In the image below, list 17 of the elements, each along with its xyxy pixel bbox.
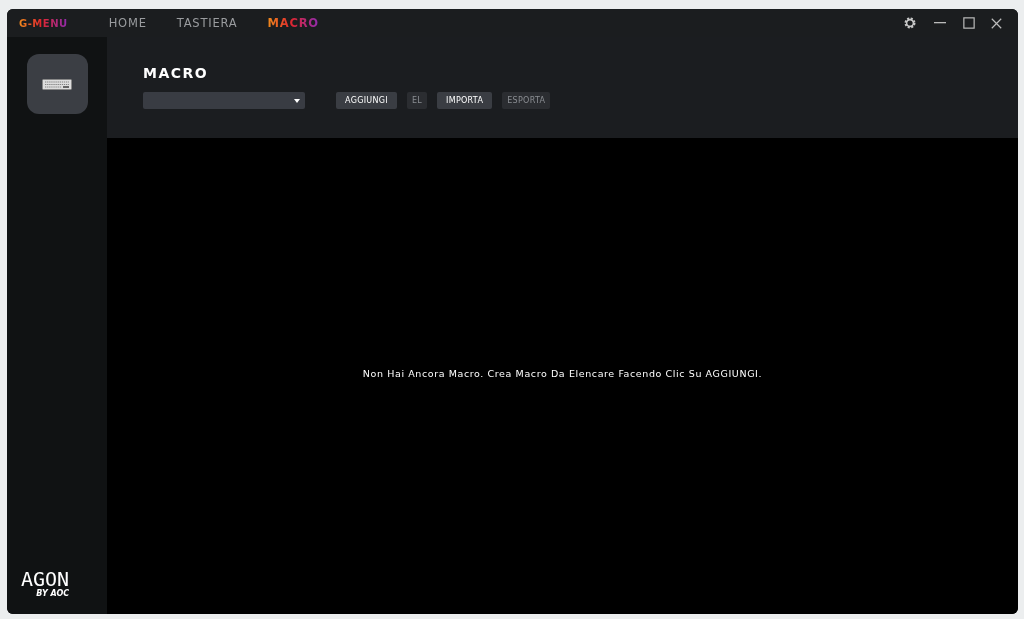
empty-message: Non Hai Ancora Macro. Crea Macro Da Elencare Facendo Clic Su AGGIUNGI. [362, 367, 763, 379]
nav-tab[interactable]: TASTIERA [176, 16, 238, 30]
nav-tab[interactable]: MACRO [267, 16, 319, 30]
caret-icon [294, 98, 300, 103]
action-button[interactable]: AGGIUNGI [336, 92, 397, 109]
keyboard-icon [42, 78, 72, 90]
brand-subtitle: BY AOC [36, 589, 70, 598]
minimize-icon[interactable] [933, 22, 947, 24]
page-title: MACRO [143, 65, 210, 83]
action-button[interactable]: IMPORTA [437, 92, 493, 109]
close-icon[interactable] [991, 17, 1002, 29]
maximize-icon[interactable] [963, 17, 975, 29]
brand-logo-text: AGON [21, 569, 70, 589]
nav-tab[interactable]: HOME [108, 16, 147, 30]
app-logo: G-MENU [19, 17, 68, 29]
device-button[interactable] [26, 54, 88, 114]
settings-icon[interactable] [903, 16, 917, 30]
